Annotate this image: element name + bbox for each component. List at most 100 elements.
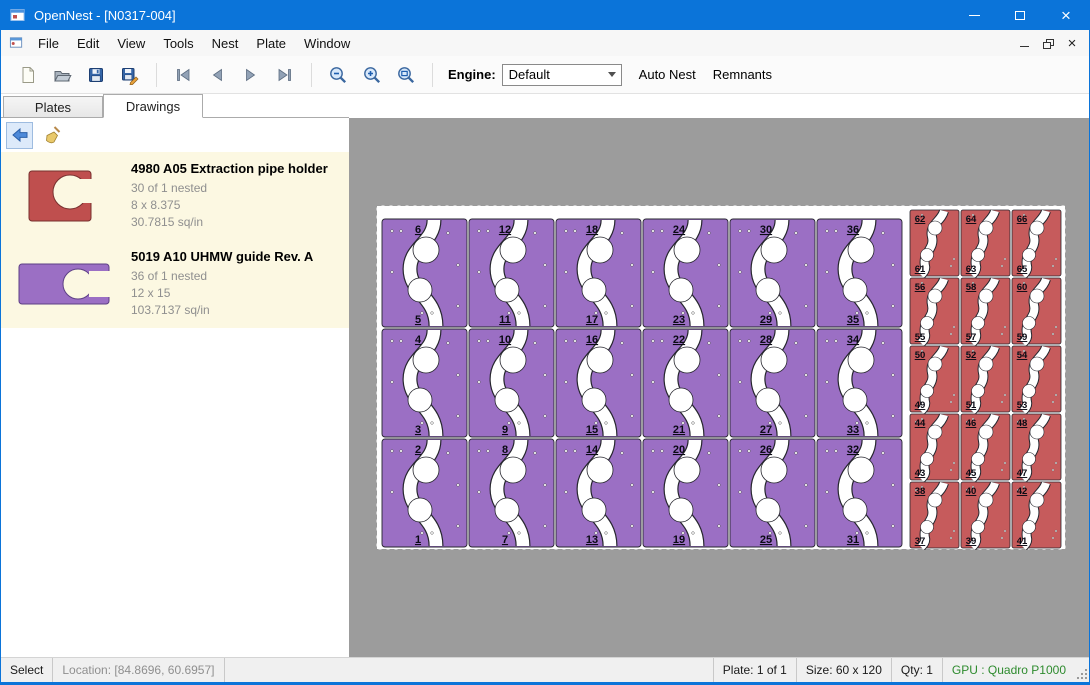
go-last-button[interactable] bbox=[268, 60, 302, 90]
part-label: 39 bbox=[966, 536, 977, 547]
return-part-button[interactable] bbox=[6, 122, 33, 149]
part-label: 16 bbox=[586, 334, 598, 346]
nest-cell[interactable]: 36 35 bbox=[817, 219, 902, 327]
resize-grip[interactable] bbox=[1075, 658, 1089, 682]
zoom-in-button[interactable] bbox=[355, 60, 389, 90]
go-first-button[interactable] bbox=[166, 60, 200, 90]
part-label: 35 bbox=[847, 314, 859, 326]
drawing-item[interactable]: 5019 A10 UHMW guide Rev. A 36 of 1 neste… bbox=[1, 240, 349, 328]
part-label: 45 bbox=[966, 468, 977, 479]
part-thumbnail bbox=[9, 166, 121, 226]
mdi-document-icon[interactable] bbox=[9, 35, 25, 51]
auto-nest-button[interactable]: Auto Nest bbox=[639, 67, 696, 82]
engine-select[interactable]: Default bbox=[502, 64, 622, 86]
nest-cell[interactable]: 52 51 bbox=[961, 346, 1010, 412]
part-label: 59 bbox=[1017, 332, 1028, 343]
status-mode: Select bbox=[1, 658, 53, 682]
menu-edit[interactable]: Edit bbox=[68, 30, 108, 56]
nest-cell[interactable]: 64 63 bbox=[961, 210, 1010, 276]
minimize-button[interactable] bbox=[951, 0, 997, 30]
nest-cell[interactable]: 24 23 bbox=[643, 219, 728, 327]
save-as-button[interactable] bbox=[113, 60, 147, 90]
menu-window[interactable]: Window bbox=[295, 30, 359, 56]
maximize-button[interactable] bbox=[997, 0, 1043, 30]
nest-cell[interactable]: 10 9 bbox=[469, 329, 554, 437]
tab-drawings[interactable]: Drawings bbox=[103, 94, 203, 118]
nest-cell[interactable]: 4 3 bbox=[382, 329, 467, 437]
menu-file[interactable]: File bbox=[29, 30, 68, 56]
part-label: 22 bbox=[673, 334, 685, 346]
nest-cell[interactable]: 66 65 bbox=[1012, 210, 1061, 276]
part-label: 10 bbox=[499, 334, 511, 346]
part-label: 58 bbox=[966, 282, 977, 293]
nest-cell[interactable]: 54 53 bbox=[1012, 346, 1061, 412]
save-button[interactable] bbox=[79, 60, 113, 90]
go-previous-button[interactable] bbox=[200, 60, 234, 90]
nest-cell[interactable]: 20 19 bbox=[643, 439, 728, 547]
drawing-size: 12 x 15 bbox=[131, 285, 341, 302]
title-bar: OpenNest - [N0317-004] × bbox=[1, 0, 1089, 30]
drawing-nested-count: 30 of 1 nested bbox=[131, 180, 341, 197]
status-size: Size: 60 x 120 bbox=[796, 658, 891, 682]
mdi-restore-button[interactable] bbox=[1036, 33, 1060, 53]
part-label: 7 bbox=[502, 534, 508, 546]
tab-plates[interactable]: Plates bbox=[3, 96, 103, 117]
nest-cell[interactable]: 60 59 bbox=[1012, 278, 1061, 344]
nest-cell[interactable]: 8 7 bbox=[469, 439, 554, 547]
nest-cell[interactable]: 22 21 bbox=[643, 329, 728, 437]
part-label: 30 bbox=[760, 224, 772, 236]
nest-cell[interactable]: 14 13 bbox=[556, 439, 641, 547]
part-thumbnail bbox=[9, 256, 121, 312]
panel-toolbar bbox=[1, 118, 349, 152]
part-label: 51 bbox=[966, 400, 977, 411]
nest-cell[interactable]: 12 11 bbox=[469, 219, 554, 327]
zoom-out-button[interactable] bbox=[321, 60, 355, 90]
nest-cell[interactable]: 34 33 bbox=[817, 329, 902, 437]
toolbar-separator bbox=[156, 63, 157, 87]
menu-view[interactable]: View bbox=[108, 30, 154, 56]
part-label: 62 bbox=[915, 214, 926, 225]
nest-cell[interactable]: 16 15 bbox=[556, 329, 641, 437]
mdi-minimize-icon bbox=[1020, 46, 1029, 47]
canvas-area[interactable]: 6 5 12 11 18 17 24 23 30 29 bbox=[349, 94, 1089, 657]
plate-svg[interactable]: 6 5 12 11 18 17 24 23 30 29 bbox=[376, 205, 1066, 550]
nest-cell[interactable]: 26 25 bbox=[730, 439, 815, 547]
nest-cell[interactable]: 48 47 bbox=[1012, 414, 1061, 480]
nest-cell[interactable]: 56 55 bbox=[910, 278, 959, 344]
nest-cell[interactable]: 40 39 bbox=[961, 482, 1010, 548]
part-label: 1 bbox=[415, 534, 421, 546]
open-button[interactable] bbox=[45, 60, 79, 90]
mdi-close-button[interactable]: × bbox=[1060, 33, 1084, 53]
nest-cell[interactable]: 62 61 bbox=[910, 210, 959, 276]
part-label: 54 bbox=[1017, 350, 1028, 361]
go-next-button[interactable] bbox=[234, 60, 268, 90]
zoom-fit-button[interactable] bbox=[389, 60, 423, 90]
nest-cell[interactable]: 30 29 bbox=[730, 219, 815, 327]
nest-plate[interactable]: 6 5 12 11 18 17 24 23 30 29 bbox=[376, 205, 1066, 550]
nest-cell[interactable]: 50 49 bbox=[910, 346, 959, 412]
mdi-minimize-button[interactable] bbox=[1012, 33, 1036, 53]
part-label: 47 bbox=[1017, 468, 1028, 479]
nest-cell[interactable]: 18 17 bbox=[556, 219, 641, 327]
nest-cell[interactable]: 38 37 bbox=[910, 482, 959, 548]
nest-cell[interactable]: 42 41 bbox=[1012, 482, 1061, 548]
menu-plate[interactable]: Plate bbox=[247, 30, 295, 56]
nest-cell[interactable]: 58 57 bbox=[961, 278, 1010, 344]
menu-nest[interactable]: Nest bbox=[203, 30, 248, 56]
menu-tools[interactable]: Tools bbox=[154, 30, 202, 56]
nest-cell[interactable]: 6 5 bbox=[382, 219, 467, 327]
nest-cell[interactable]: 44 43 bbox=[910, 414, 959, 480]
nest-cell[interactable]: 46 45 bbox=[961, 414, 1010, 480]
remnants-button[interactable]: Remnants bbox=[713, 67, 772, 82]
nest-cell[interactable]: 32 31 bbox=[817, 439, 902, 547]
clear-button[interactable] bbox=[38, 122, 65, 149]
back-arrow-icon bbox=[10, 125, 30, 145]
new-button[interactable] bbox=[11, 60, 45, 90]
drawing-item[interactable]: 4980 A05 Extraction pipe holder 30 of 1 … bbox=[1, 152, 349, 240]
last-arrow-icon bbox=[275, 65, 295, 85]
close-button[interactable]: × bbox=[1043, 0, 1089, 30]
nest-cell[interactable]: 2 1 bbox=[382, 439, 467, 547]
part-label: 56 bbox=[915, 282, 926, 293]
nest-cell[interactable]: 28 27 bbox=[730, 329, 815, 437]
drawing-area: 30.7815 sq/in bbox=[131, 214, 341, 231]
